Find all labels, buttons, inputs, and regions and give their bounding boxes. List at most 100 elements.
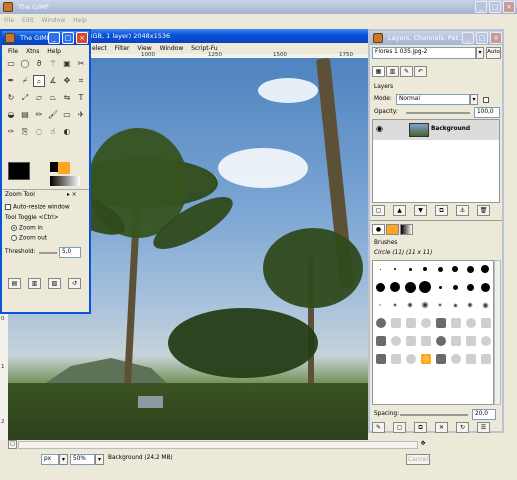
maximize-icon[interactable]: □ [476,32,488,44]
threshold-input[interactable]: 5,0 [59,247,81,258]
zoom-in-radio[interactable]: Zoom in [11,225,43,232]
brush-swatch[interactable] [390,282,400,292]
brush-swatch[interactable] [379,304,381,306]
new-brush-icon[interactable]: ▢ [393,422,406,433]
brush-swatch[interactable] [421,354,431,364]
airbrush-icon[interactable]: ✈ [75,109,87,121]
desktop-menu-help[interactable]: Help [73,15,87,26]
unit-select[interactable]: px [41,454,59,465]
brush-swatch[interactable] [376,318,386,328]
rotate-icon[interactable]: ↻ [5,92,17,104]
cancel-button[interactable]: Cancel [406,454,430,465]
desktop-menu-edit[interactable]: Edit [22,15,34,26]
bucket-fill-icon[interactable]: ◒ [5,109,17,121]
brush-swatch[interactable] [421,301,429,309]
brush-menu-icon[interactable]: ☰ [477,422,490,433]
new-layer-icon[interactable]: ▢ [372,205,385,216]
save-options-icon[interactable]: ▤ [8,278,21,289]
tab-paths-icon[interactable]: ✎ [400,66,413,77]
brush-swatch[interactable] [481,265,489,273]
paths-icon[interactable]: ✒ [5,75,17,87]
brush-swatch[interactable] [406,336,416,346]
pencil-icon[interactable]: ✏ [33,109,45,121]
perspective-icon[interactable]: ⏢ [47,92,59,104]
mode-dropdown-icon[interactable]: ▾ [470,94,478,105]
brush-swatch[interactable] [406,318,416,328]
edit-brush-icon[interactable]: ✎ [372,422,385,433]
brush-swatch[interactable] [438,285,442,289]
layer-row[interactable]: ◉ Background [373,120,499,140]
mode-select[interactable]: Normal [396,94,470,105]
brush-swatch[interactable] [452,284,458,290]
zoom-select[interactable]: 50% [70,454,95,465]
rect-select-icon[interactable]: ▭ [5,58,17,70]
brush-swatch[interactable] [436,318,446,328]
menu-filter[interactable]: Filter [115,43,130,54]
minimize-icon[interactable]: _ [462,32,474,44]
horizontal-scrollbar[interactable] [18,441,418,449]
zoom-icon[interactable]: ⌕ [33,75,45,87]
fuzzy-select-icon[interactable]: ⚚ [47,58,59,70]
brush-swatch[interactable] [466,283,474,291]
ink-icon[interactable]: ✑ [5,126,17,138]
paintbrush-icon[interactable]: 🖌 [47,109,59,121]
crop-icon[interactable]: ⌗ [75,75,87,87]
blend-icon[interactable]: ▤ [19,109,31,121]
scissors-icon[interactable]: ✂ [75,58,87,70]
scale-icon[interactable]: ⤢ [19,92,31,104]
shear-icon[interactable]: ▱ [33,92,45,104]
refresh-brushes-icon[interactable]: ↻ [456,422,469,433]
brush-swatch[interactable] [481,301,489,309]
tab-gradients-icon[interactable] [400,224,413,235]
spacing-slider[interactable] [400,414,468,416]
brush-swatch[interactable] [436,354,446,364]
brush-swatch[interactable] [393,303,397,307]
smudge-icon[interactable]: ☝ [47,126,59,138]
delete-brush-icon[interactable]: ✕ [435,422,448,433]
maximize-icon[interactable]: □ [489,1,501,13]
tab-brushes-icon[interactable]: ● [372,224,385,235]
desktop-menu-window[interactable]: Window [42,15,66,26]
brush-swatch[interactable] [376,336,386,346]
eraser-icon[interactable]: ▭ [61,109,73,121]
lower-layer-icon[interactable]: ▼ [414,205,427,216]
raise-layer-icon[interactable]: ▲ [393,205,406,216]
duplicate-brush-icon[interactable]: ⧉ [414,422,427,433]
brush-swatch[interactable] [481,336,491,346]
foreground-color-swatch[interactable] [8,162,30,180]
brushes-scrollbar[interactable] [494,260,501,405]
close-icon[interactable]: × [76,32,88,44]
brush-swatch[interactable] [451,354,461,364]
brush-swatch[interactable] [421,318,431,328]
spacing-input[interactable]: 20,0 [472,409,496,420]
brush-swatch[interactable] [391,336,401,346]
gradient-preview[interactable] [50,176,80,186]
opacity-input[interactable]: 100,0 [474,107,500,118]
minimize-icon[interactable]: _ [48,32,60,44]
brush-swatch[interactable] [466,265,474,273]
brush-swatch[interactable] [452,302,458,308]
brush-swatch[interactable] [376,354,386,364]
brush-swatch[interactable] [437,266,443,272]
tab-patterns-icon[interactable] [386,224,399,235]
brush-swatch[interactable] [466,336,476,346]
brush-swatch[interactable] [419,281,431,293]
brush-swatch[interactable] [423,267,427,271]
brush-swatch[interactable] [451,318,461,328]
zoom-out-radio[interactable]: Zoom out [11,235,47,242]
maximize-icon[interactable]: □ [62,32,74,44]
navigate-icon[interactable]: ✥ [418,440,428,449]
brush-swatch[interactable] [438,303,442,307]
text-icon[interactable]: T [75,92,87,104]
brush-swatch[interactable] [481,354,491,364]
eye-icon[interactable]: ◉ [376,124,383,133]
brush-swatch[interactable] [466,354,476,364]
brush-swatch[interactable] [452,266,458,272]
dodge-icon[interactable]: ◐ [61,126,73,138]
minimize-icon[interactable]: _ [475,1,487,13]
brush-swatch[interactable] [394,268,396,270]
auto-button[interactable]: Auto [486,47,501,59]
brush-swatch[interactable] [404,281,416,293]
tab-layers-icon[interactable]: ▦ [372,66,385,77]
keep-transparency-checkbox[interactable] [483,97,489,103]
